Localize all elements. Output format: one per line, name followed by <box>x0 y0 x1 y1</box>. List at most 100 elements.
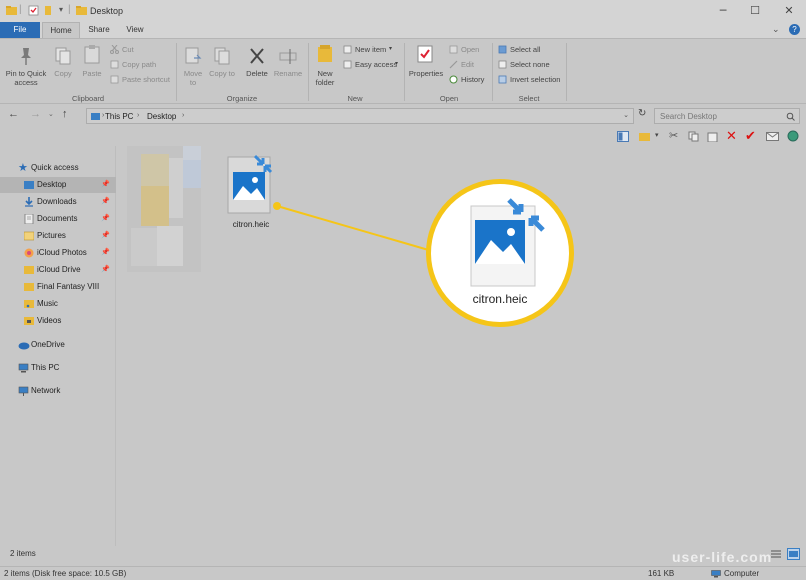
paste-button[interactable]: Paste <box>78 69 106 78</box>
nav-item-documents[interactable]: Documents 📌 <box>0 211 116 227</box>
email-icon[interactable] <box>766 131 779 142</box>
new-folder-button[interactable]: New folder <box>310 69 340 87</box>
nav-item-icloud-photos[interactable]: iCloud Photos 📌 <box>0 245 116 261</box>
back-arrow-icon[interactable]: ← <box>8 108 19 120</box>
nav-quick-access[interactable]: ★ Quick access <box>0 160 116 176</box>
copy-to-button[interactable]: Copy to <box>209 69 235 78</box>
new-group-label: New <box>347 94 363 103</box>
nav-item-label: Desktop <box>37 180 67 189</box>
edit-icon <box>449 60 458 69</box>
select-none-icon <box>498 60 507 69</box>
ribbon-separator <box>176 43 177 101</box>
computer-icon <box>18 363 29 373</box>
properties-button[interactable]: Properties <box>406 69 446 78</box>
options-dropdown-icon[interactable]: ▾ <box>655 131 659 139</box>
close-button[interactable]: ✕ <box>778 3 800 19</box>
folder-options-icon[interactable] <box>639 131 650 142</box>
delete-button[interactable]: Delete <box>242 69 272 78</box>
breadcrumb-chevron-icon: › <box>137 112 140 119</box>
customize-quick-access-icon[interactable]: ▾ <box>59 5 63 14</box>
copy-icon[interactable] <box>688 131 699 142</box>
move-to-button[interactable]: Move to <box>180 69 206 87</box>
disk-free-space: 2 items (Disk free space: 10.5 GB) <box>4 569 127 578</box>
folder-icon <box>6 6 17 15</box>
refresh-icon[interactable]: ↻ <box>638 108 646 119</box>
tab-home[interactable]: Home <box>42 22 80 38</box>
paste-icon <box>84 45 100 64</box>
address-dropdown-icon[interactable]: ⌄ <box>623 111 629 119</box>
tab-share[interactable]: Share <box>84 22 114 38</box>
toolbar-separator: | <box>19 4 22 15</box>
nav-item-label: iCloud Drive <box>37 265 81 274</box>
delete-icon[interactable]: ✕ <box>726 128 737 144</box>
ribbon-separator <box>492 43 493 101</box>
cut-button[interactable]: Cut <box>122 45 134 54</box>
ribbon: Pin to Quick access Copy Paste Cut Copy … <box>0 38 806 104</box>
pictures-icon <box>24 231 34 241</box>
nav-item-label: Documents <box>37 214 78 223</box>
new-item-dropdown-icon[interactable]: ▾ <box>389 45 392 52</box>
new-folder-quick-icon[interactable] <box>44 5 55 16</box>
status-divider <box>0 566 806 567</box>
nav-item-desktop[interactable]: Desktop 📌 <box>0 177 116 193</box>
nav-onedrive[interactable]: OneDrive <box>0 337 116 353</box>
copy-icon <box>55 47 71 65</box>
invert-selection-button[interactable]: Invert selection <box>510 75 560 84</box>
nav-item-pictures[interactable]: Pictures 📌 <box>0 228 116 244</box>
copy-path-button[interactable]: Copy path <box>122 60 156 69</box>
forward-arrow-icon[interactable]: → <box>30 108 41 120</box>
help-icon[interactable]: ? <box>789 24 800 35</box>
select-all-button[interactable]: Select all <box>510 45 540 54</box>
icloud-photos-icon <box>24 248 34 258</box>
large-icons-view-icon[interactable] <box>787 548 800 560</box>
folder-icon <box>91 113 100 120</box>
properties-quick-icon[interactable] <box>28 5 39 16</box>
copy-button[interactable]: Copy <box>50 69 76 78</box>
pin-icon: 📌 <box>101 249 110 256</box>
edit-button[interactable]: Edit <box>461 60 474 69</box>
blurred-file-thumbnail[interactable] <box>127 146 201 272</box>
nav-item-final-fantasy[interactable]: Final Fantasy VIII <box>0 279 116 295</box>
paste-icon[interactable] <box>707 131 718 142</box>
preview-pane-icon[interactable] <box>617 131 629 142</box>
paste-shortcut-button[interactable]: Paste shortcut <box>122 75 170 84</box>
breadcrumb-this-pc[interactable]: This PC <box>105 112 133 121</box>
cut-icon[interactable]: ✂ <box>669 129 678 142</box>
location-label: Computer <box>724 569 760 578</box>
select-none-button[interactable]: Select none <box>510 60 550 69</box>
easy-access-button[interactable]: Easy access <box>355 60 397 69</box>
pin-to-quick-access-button[interactable]: Pin to Quick access <box>2 69 50 87</box>
navigation-pane: ★ Quick access Desktop 📌 Downloads 📌 Doc… <box>0 146 116 546</box>
nav-this-pc[interactable]: This PC <box>0 360 116 376</box>
globe-icon[interactable] <box>787 130 799 142</box>
minimize-button[interactable]: ─ <box>712 3 734 19</box>
nav-network[interactable]: Network <box>0 383 116 399</box>
nav-item-videos[interactable]: Videos <box>0 313 116 329</box>
breadcrumb-desktop[interactable]: Desktop <box>147 112 176 121</box>
pin-icon: 📌 <box>101 181 110 188</box>
expand-ribbon-icon[interactable]: ⌄ <box>772 24 780 35</box>
tab-file[interactable]: File <box>0 22 40 38</box>
search-input[interactable]: Search Desktop <box>654 108 800 124</box>
address-bar[interactable]: › This PC › Desktop › ⌄ <box>86 108 634 124</box>
new-folder-icon <box>318 45 332 62</box>
extra-toolbar: ▾ ✂ ✕ ✔ <box>0 128 806 146</box>
tab-view[interactable]: View <box>120 22 150 38</box>
new-item-button[interactable]: New item <box>355 45 386 54</box>
properties-check-icon[interactable]: ✔ <box>745 128 756 144</box>
breadcrumb-chevron-icon: › <box>102 112 105 119</box>
history-button[interactable]: History <box>461 75 484 84</box>
details-view-icon[interactable] <box>771 549 781 559</box>
maximize-button[interactable]: ☐ <box>744 3 766 19</box>
nav-item-music[interactable]: Music <box>0 296 116 312</box>
nav-item-downloads[interactable]: Downloads 📌 <box>0 194 116 210</box>
nav-item-icloud-drive[interactable]: iCloud Drive 📌 <box>0 262 116 278</box>
open-button[interactable]: Open <box>461 45 479 54</box>
up-arrow-icon[interactable]: ↑ <box>62 108 68 120</box>
recent-locations-icon[interactable]: ⌄ <box>48 110 54 118</box>
easy-access-dropdown-icon[interactable]: ▾ <box>395 60 398 67</box>
move-to-icon <box>185 47 202 64</box>
status-bar: 2 items user-life.com 2 items (Disk free… <box>0 546 806 580</box>
rename-button[interactable]: Rename <box>272 69 304 78</box>
nav-onedrive-label: OneDrive <box>31 340 65 349</box>
